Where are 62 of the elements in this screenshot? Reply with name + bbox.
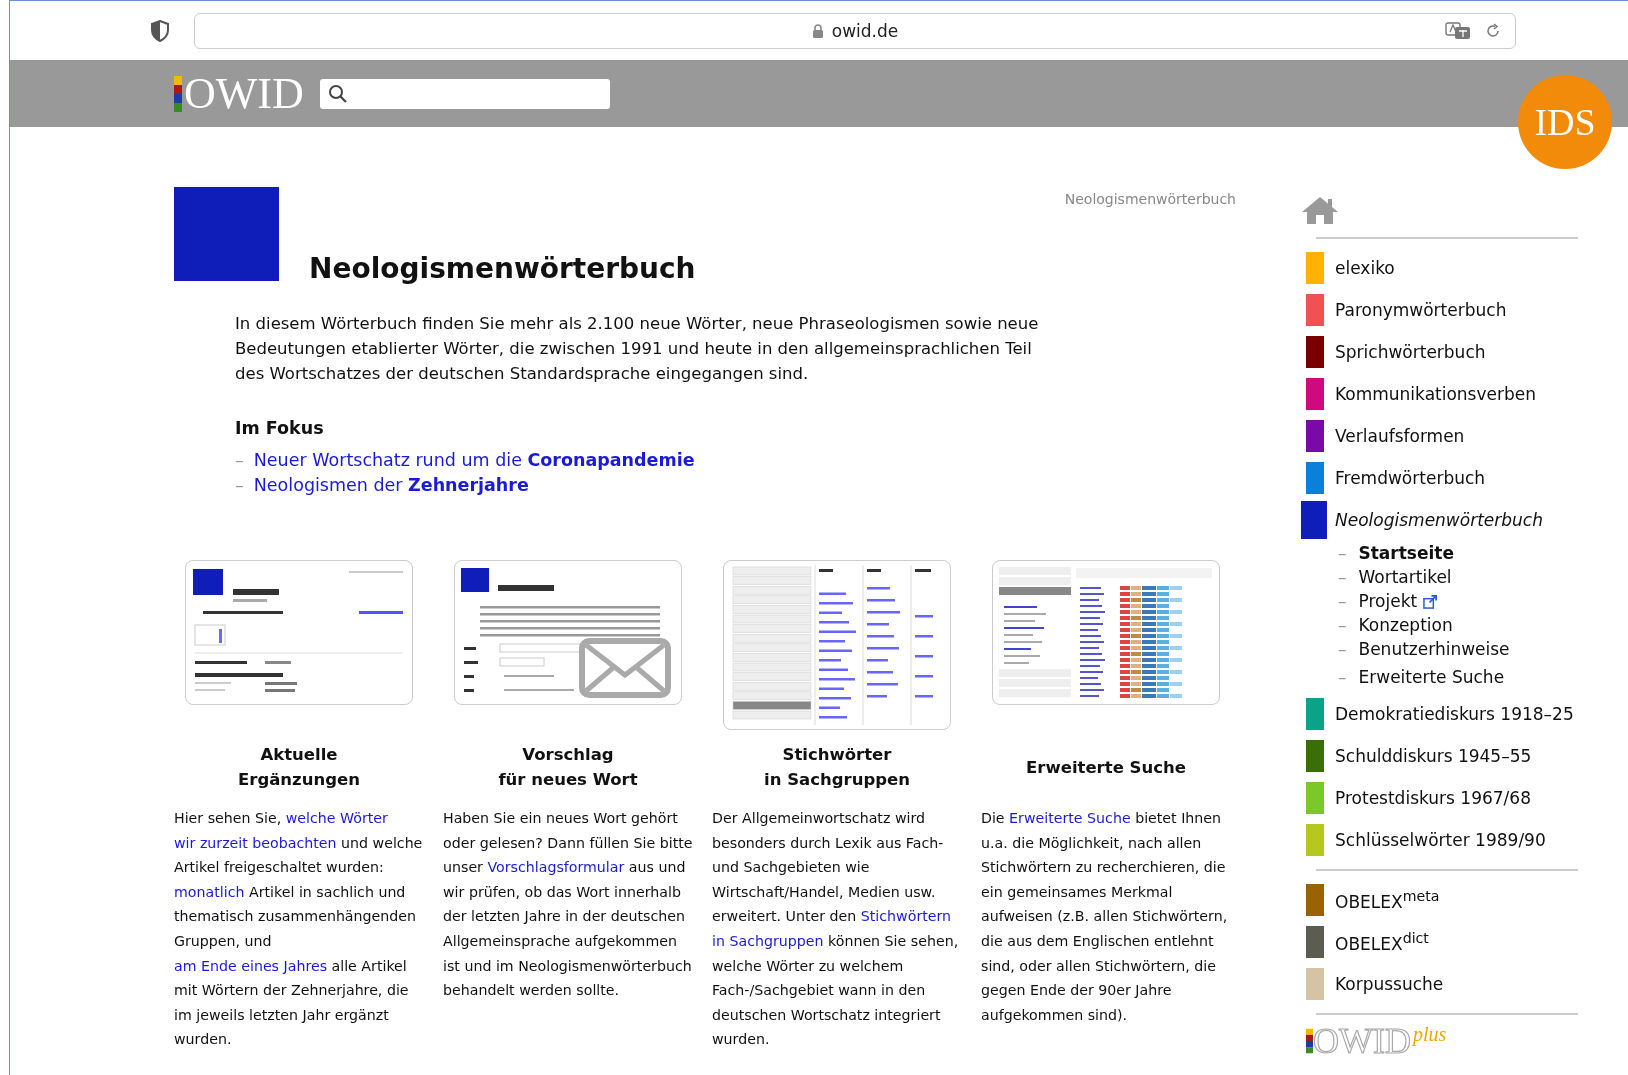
url-text: owid.de <box>831 20 899 41</box>
home-icon[interactable] <box>1300 195 1340 225</box>
dash-marker: – <box>1338 639 1347 659</box>
breadcrumb[interactable]: Neologismenwörterbuch <box>1064 191 1236 207</box>
page-title: Neologismenwörterbuch <box>309 252 696 285</box>
translate-icon[interactable] <box>1445 21 1471 40</box>
page-preview-drawing[interactable] <box>992 560 1220 705</box>
text-link[interactable]: Stichwörtern <box>860 908 952 925</box>
page-preview-drawing[interactable] <box>185 560 413 705</box>
nav-item[interactable]: elexiko <box>1335 258 1395 278</box>
card-description: Haben Sie ein neues Wort gehört oder gelesen? Dann füllen Sie bitte unser Vorschlagsformular aus und wir prüfen, ob das Wort innerhalb der letzten Jahre in der deutschen Allgemeinsprache aufgekommen ist und im Neologismenwörterbuch behandelt werden sollte. <box>443 809 693 1001</box>
dash-marker: – <box>1338 543 1347 563</box>
nav-item[interactable]: Verlaufsformen <box>1335 426 1465 446</box>
focus-link[interactable]: Neologismen der Zehnerjahre <box>253 473 529 498</box>
text-link[interactable]: wir zurzeit beobachten <box>174 834 337 851</box>
dash-marker: – <box>1338 567 1347 587</box>
focus-link[interactable]: Neuer Wortschatz rund um die Coronapandemie <box>253 448 695 473</box>
nav-item[interactable]: Protestdiskurs 1967/68 <box>1335 788 1531 808</box>
nav-item[interactable]: Sprichwörterbuch <box>1335 342 1486 362</box>
reload-icon[interactable] <box>1485 22 1501 39</box>
nav-item[interactable]: Schlüsselwörter 1989/90 <box>1335 830 1546 850</box>
nav-item[interactable]: Fremdwörterbuch <box>1335 468 1486 488</box>
shield-icon[interactable] <box>150 19 170 42</box>
nav-item[interactable]: Demokratiediskurs 1918–25 <box>1335 704 1574 724</box>
card-title[interactable]: Vorschlag für neues Wort <box>443 742 693 792</box>
nav-item[interactable]: Schulddiskurs 1945–55 <box>1335 746 1532 766</box>
address-bar[interactable]: owid.de <box>194 12 1516 49</box>
nav-item[interactable]: Kommunikationsverben <box>1335 384 1536 404</box>
subnav-item[interactable]: Startseite <box>1358 543 1454 563</box>
card-title[interactable]: Aktuelle Ergänzungen <box>174 742 424 792</box>
card-title[interactable]: Stichwörter in Sachgruppen <box>712 742 962 792</box>
card-description: Der Allgemeinwortschatz wird besonders durch Lexik aus Fach- und Sachgebieten wie Wirtschaft/Handel, Medien usw. erweitert. Unter den Stichwörtern in Sachgruppen können Sie sehen, welche Wörter zu welchem Fach-/Sachgebiet wann in den deutschen Wortschatz integriert wurden. <box>712 809 960 1050</box>
search-icon <box>327 83 348 104</box>
dash-marker: – <box>1338 591 1347 611</box>
intro-text: In diesem Wörterbuch finden Sie mehr als 2.100 neue Wörter, neue Phraseologismen sowie neue Bedeutungen etablierter Wörter, die zwischen 1991 und heute in den allgemeinsprachlichen Teil des Wortschatzes der deutschen Standardsprache eingegangen sind. <box>235 313 1040 385</box>
text-link[interactable]: in Sachgruppen <box>712 932 824 949</box>
subnav-item[interactable]: Benutzerhinweise <box>1358 639 1510 659</box>
card-description: Die Erweiterte Suche bietet Ihnen u.a. die Möglichkeit, nach allen Stichwörtern zu recherchieren, die ein gemeinsames Merkmal aufweisen (z.B. allen Stichwörtern, die aus dem Englischen entlehnt sind, oder allen Stichwörtern, die gegen Ende der 90er Jahre aufgekommen sind). <box>981 809 1229 1025</box>
page-preview-drawing[interactable] <box>454 560 682 705</box>
nav-item[interactable]: OBELEX$^{dict}$ <box>1335 930 1429 954</box>
subnav-item[interactable]: Konzeption <box>1358 615 1453 635</box>
search-field[interactable] <box>319 78 610 109</box>
card-description: Hier sehen Sie, welche Wörter wir zurzeit beobachten und welche Artikel freigeschaltet wurden: monatlich Artikel in sachlich und thematisch zusammenhängenden Gruppen, und am Ende eines Jahres alle Artikel mit Wörtern der Zehnerjahre, die im jeweils letzten Jahr ergänzt wurden. <box>174 809 424 1050</box>
subnav-item[interactable]: Projekt <box>1358 591 1418 611</box>
subnav-item[interactable]: Wortartikel <box>1358 567 1452 587</box>
lock-icon <box>811 23 824 38</box>
subnav-item[interactable]: Erweiterte Suche <box>1358 667 1505 687</box>
dash-marker: – <box>1338 667 1347 687</box>
card-title[interactable]: Erweiterte Suche <box>981 742 1231 792</box>
dash-marker: – <box>1338 615 1347 635</box>
nav-item[interactable]: OBELEX$^{meta}$ <box>1335 888 1440 912</box>
dash-marker: – <box>235 449 244 472</box>
text-link[interactable]: welche Wörter <box>285 810 388 826</box>
nav-item[interactable]: Paronymwörterbuch <box>1335 300 1507 320</box>
section-heading: Im Fokus <box>235 418 325 438</box>
nav-item[interactable]: Korpussuche <box>1335 974 1444 994</box>
text-link[interactable]: Erweiterte Suche <box>1009 810 1131 826</box>
text-link[interactable]: am Ende eines Jahres <box>174 957 328 974</box>
text-link[interactable]: Vorschlagsformular <box>487 859 625 876</box>
text-link[interactable]: monatlich <box>174 883 245 900</box>
dash-marker: – <box>235 474 244 497</box>
nav-item[interactable]: Neologismenwörterbuch <box>1335 510 1543 530</box>
